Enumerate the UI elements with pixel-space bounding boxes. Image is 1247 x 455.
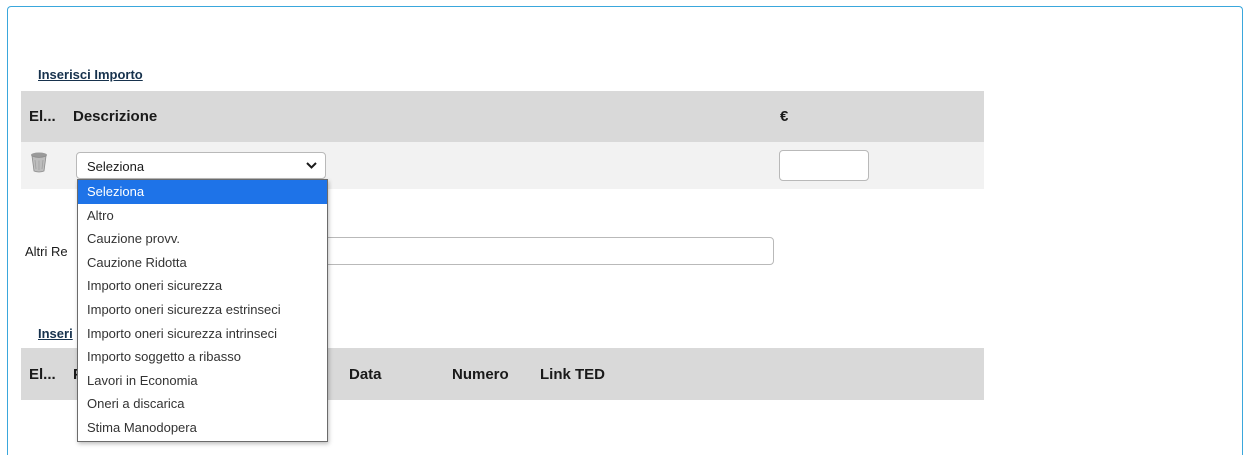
option-importo-soggetto-ribasso[interactable]: Importo soggetto a ribasso [78, 345, 327, 369]
header-elimina-2: El... [29, 365, 56, 383]
inserisci-importo-link[interactable]: Inserisci Importo [38, 67, 143, 82]
header-link-ted: Link TED [540, 365, 606, 383]
inserisci-second-link[interactable]: Inseri [38, 326, 73, 341]
euro-amount-input[interactable] [779, 150, 869, 181]
option-seleziona[interactable]: Seleziona [78, 180, 327, 204]
option-importo-oneri-intrinseci[interactable]: Importo oneri sicurezza intrinseci [78, 322, 327, 346]
descrizione-select[interactable]: Seleziona [76, 152, 326, 179]
option-lavori-economia[interactable]: Lavori in Economia [78, 369, 327, 393]
option-cauzione-ridotta[interactable]: Cauzione Ridotta [78, 251, 327, 275]
option-importo-oneri-estrinseci[interactable]: Importo oneri sicurezza estrinseci [78, 298, 327, 322]
descrizione-dropdown-list[interactable]: Seleziona Altro Cauzione provv. Cauzione… [77, 179, 328, 442]
altri-label: Altri Re [25, 244, 68, 259]
header-descrizione: Descrizione [73, 108, 158, 125]
option-altro[interactable]: Altro [78, 204, 327, 228]
option-cauzione-provv[interactable]: Cauzione provv. [78, 227, 327, 251]
header-elimina: El... [29, 108, 56, 125]
trash-icon[interactable] [29, 151, 49, 173]
chevron-down-icon [306, 162, 317, 169]
header-numero: Numero [452, 365, 509, 383]
header-euro: € [780, 108, 789, 125]
importo-table-header: El... Descrizione € [21, 91, 984, 142]
header-data: Data [349, 365, 382, 383]
option-importo-oneri-sicurezza[interactable]: Importo oneri sicurezza [78, 274, 327, 298]
descrizione-select-value: Seleziona [87, 159, 145, 174]
option-stima-manodopera[interactable]: Stima Manodopera [78, 416, 327, 440]
option-oneri-discarica[interactable]: Oneri a discarica [78, 392, 327, 416]
